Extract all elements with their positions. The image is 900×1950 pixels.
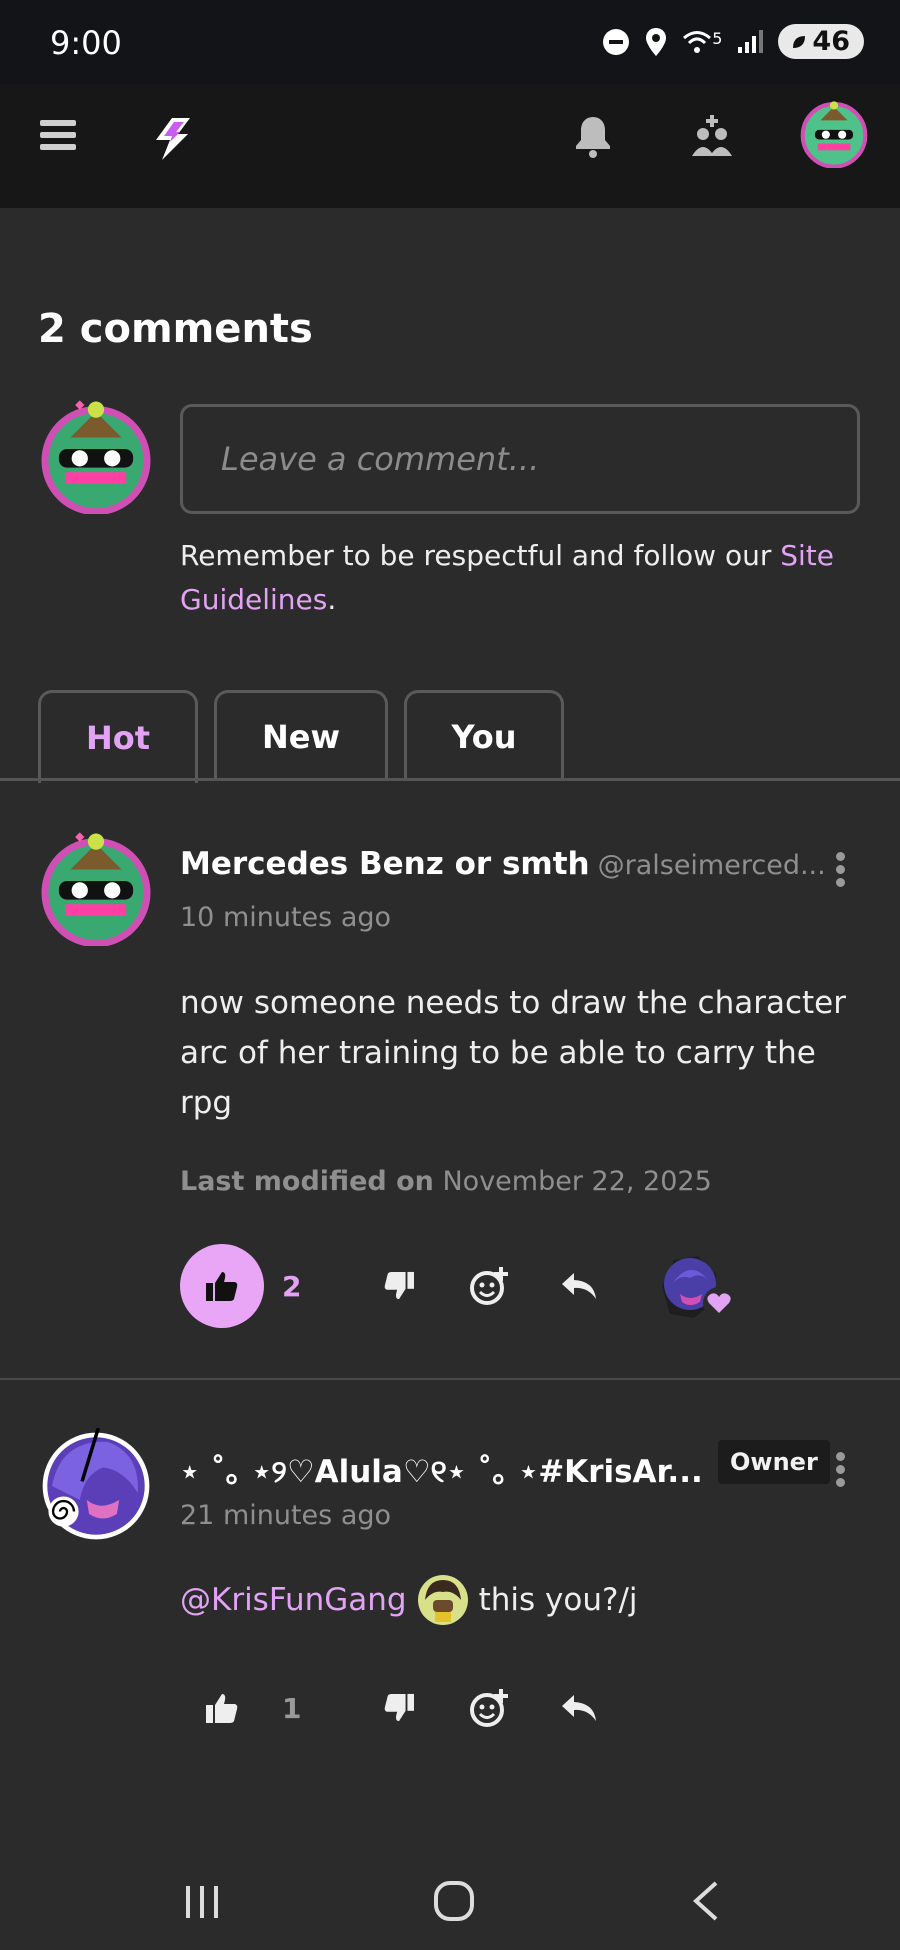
- emoji-kris-icon: [417, 1575, 468, 1625]
- battery-saver-icon: [793, 35, 806, 48]
- last-modified: Last modified on November 22, 2025: [180, 1166, 712, 1197]
- owner-badge: Owner: [718, 1440, 830, 1484]
- like-count: 1: [282, 1691, 302, 1725]
- dislike-button[interactable]: [354, 1666, 444, 1750]
- comment-text: this you?/j: [478, 1582, 638, 1618]
- more-options-icon[interactable]: [832, 1452, 848, 1491]
- comment-divider: [0, 1378, 900, 1380]
- wifi-level: 5: [712, 28, 723, 48]
- guidelines-text: Remember to be respectful and follow our: [180, 539, 781, 572]
- comment-timestamp: 21 minutes ago: [180, 1500, 392, 1531]
- guidelines-note: Remember to be respectful and follow our…: [180, 534, 860, 622]
- bell-icon[interactable]: [574, 114, 612, 158]
- comment-body: now someone needs to draw the character …: [180, 985, 847, 1121]
- comment-author-name[interactable]: ⋆ ˚｡ ⋆୨♡Alula♡୧⋆ ˚｡ ⋆#KrisAr...: [180, 1454, 703, 1490]
- system-nav-bar: [0, 1860, 900, 1950]
- like-button[interactable]: [180, 1666, 264, 1750]
- last-modified-label: Last modified on: [180, 1166, 434, 1197]
- thumbs-up-icon: [206, 1694, 238, 1723]
- comments-count-title: 2 comments: [38, 306, 313, 352]
- like-button[interactable]: [180, 1244, 264, 1328]
- comment-avatar[interactable]: [38, 1428, 154, 1544]
- home-icon[interactable]: [433, 1880, 475, 1922]
- comment-input[interactable]: [180, 404, 860, 514]
- comment-author-handle[interactable]: @ralseimerced...: [598, 850, 826, 881]
- lightning-logo[interactable]: [150, 116, 194, 162]
- back-icon[interactable]: [690, 1880, 722, 1922]
- dislike-button[interactable]: [354, 1244, 444, 1328]
- thumbs-down-icon: [384, 1271, 414, 1300]
- reply-button[interactable]: [534, 1666, 624, 1750]
- tab-hot[interactable]: Hot: [38, 690, 198, 783]
- comment-actions: 2: [180, 1244, 744, 1328]
- user-mention[interactable]: @KrisFunGang: [180, 1575, 407, 1625]
- last-modified-date: November 22, 2025: [442, 1166, 712, 1197]
- tab-you[interactable]: You: [404, 690, 564, 780]
- add-emoji-icon: [470, 1267, 508, 1305]
- battery-level: 46: [812, 26, 850, 57]
- reaction-chip[interactable]: [644, 1244, 744, 1328]
- wifi-icon: 5: [682, 29, 722, 55]
- status-icons: 5 46: [602, 24, 864, 59]
- reply-icon: [562, 1695, 596, 1721]
- hamburger-icon[interactable]: [40, 120, 76, 156]
- current-user-avatar[interactable]: [38, 398, 154, 514]
- add-reaction-button[interactable]: [444, 1244, 534, 1328]
- reply-icon: [562, 1273, 596, 1299]
- recents-icon[interactable]: [182, 1882, 222, 1922]
- dnd-icon: [603, 28, 630, 55]
- comment-avatar[interactable]: [38, 830, 154, 946]
- people-icon[interactable]: [690, 114, 734, 158]
- profile-avatar[interactable]: [800, 100, 868, 168]
- tabs-divider: [0, 778, 900, 781]
- signal-icon: [738, 29, 764, 53]
- more-options-icon[interactable]: [832, 852, 848, 891]
- guidelines-end: .: [327, 583, 337, 616]
- status-bar: 9:00 5 46: [0, 0, 900, 84]
- thumbs-up-icon: [206, 1272, 238, 1301]
- status-time: 9:00: [50, 24, 122, 62]
- comment-author-row: Mercedes Benz or smth @ralseimerced...: [180, 846, 826, 882]
- battery-indicator: 46: [778, 24, 864, 59]
- like-count: 2: [282, 1269, 302, 1303]
- comment-timestamp: 10 minutes ago: [180, 902, 392, 933]
- thumbs-down-icon: [384, 1693, 414, 1722]
- comment-author-row: ⋆ ˚｡ ⋆୨♡Alula♡୧⋆ ˚｡ ⋆#KrisAr...: [180, 1446, 703, 1491]
- comment-author-name[interactable]: Mercedes Benz or smth: [180, 846, 590, 882]
- comment-body: @KrisFunGang this you?/j: [180, 1574, 860, 1626]
- location-icon: [646, 27, 667, 56]
- heart-icon: [703, 1287, 735, 1319]
- reply-button[interactable]: [534, 1244, 624, 1328]
- add-emoji-icon: [470, 1689, 508, 1727]
- tab-new[interactable]: New: [214, 690, 388, 780]
- add-reaction-button[interactable]: [444, 1666, 534, 1750]
- comment-actions: 1: [180, 1666, 624, 1750]
- app-bar: [0, 84, 900, 208]
- sort-tabs: Hot New You: [38, 690, 564, 783]
